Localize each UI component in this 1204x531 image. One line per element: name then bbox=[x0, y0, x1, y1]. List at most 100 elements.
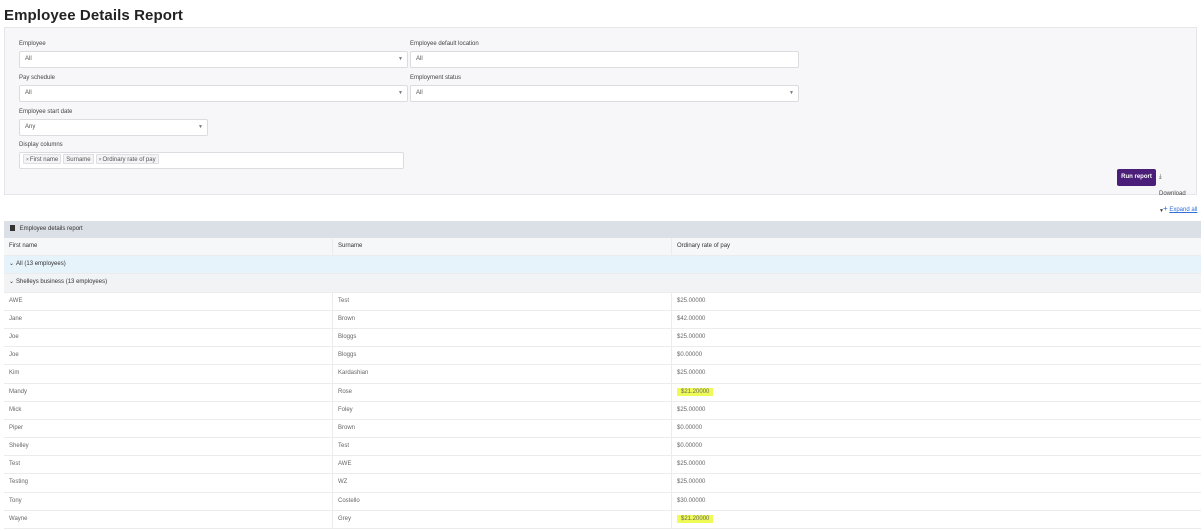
group-row-all[interactable]: ⌄ All (13 employees) bbox=[4, 256, 1201, 275]
table-row: AWE Test $25.00000 bbox=[4, 292, 1201, 311]
employee-label: Employee bbox=[19, 41, 46, 47]
display-columns-input[interactable]: ×First name Surname ×Ordinary rate of pay bbox=[19, 152, 404, 169]
expand-all-link[interactable]: + Expand all bbox=[1163, 204, 1197, 213]
table-row: Piper Brown $0.00000 bbox=[4, 419, 1201, 439]
first-name-cell: Test bbox=[4, 456, 333, 474]
chevron-down-icon: ⌄ bbox=[9, 279, 15, 286]
column-header-row: First name Surname Ordinary rate of pay bbox=[4, 238, 1201, 257]
column-tag[interactable]: Surname bbox=[63, 154, 94, 164]
group-label: Shelleys business (13 employees) bbox=[16, 279, 108, 286]
column-header-first-name[interactable]: First name bbox=[4, 238, 333, 256]
table-row: Mandy Rose $21.20000 bbox=[4, 383, 1201, 402]
first-name-cell: Testing bbox=[4, 474, 333, 492]
table-row: Shelley Test $0.00000 bbox=[4, 438, 1201, 457]
first-name-cell: Piper bbox=[4, 419, 333, 438]
start-date-value: Any bbox=[25, 124, 36, 130]
table-row: Joe Bloggs $25.00000 bbox=[4, 328, 1201, 348]
report-title: Employee details report bbox=[19, 226, 83, 232]
employment-status-label: Employment status bbox=[410, 75, 462, 81]
surname-cell: Brown bbox=[333, 419, 672, 438]
chevron-down-icon: ▼ bbox=[398, 56, 403, 62]
surname-cell: Brown bbox=[333, 310, 672, 328]
surname-cell: Kardashian bbox=[333, 365, 672, 383]
surname-cell: Test bbox=[333, 292, 672, 310]
plus-icon: + bbox=[1163, 204, 1168, 213]
pay-schedule-value: All bbox=[25, 90, 32, 96]
rate-cell: $25.00000 bbox=[677, 333, 706, 340]
surname-cell: AWE bbox=[333, 456, 672, 474]
start-date-label: Employee start date bbox=[19, 109, 73, 115]
rate-cell: $25.00000 bbox=[677, 479, 706, 486]
column-tag[interactable]: ×Ordinary rate of pay bbox=[95, 154, 159, 164]
table-row: Kim Kardashian $25.00000 bbox=[4, 365, 1201, 384]
first-name-cell: Mandy bbox=[4, 383, 333, 401]
table-row: Testing WZ $25.00000 bbox=[4, 474, 1201, 493]
surname-cell: WZ bbox=[333, 474, 672, 492]
default-location-input[interactable]: All bbox=[410, 51, 799, 68]
chevron-down-icon: ▼ bbox=[198, 124, 203, 130]
employee-select[interactable]: All ▼ bbox=[19, 51, 408, 68]
chevron-down-icon: ▼ bbox=[789, 90, 794, 96]
rate-cell: $0.00000 bbox=[677, 424, 703, 431]
group-row-business[interactable]: ⌄ Shelleys business (13 employees) bbox=[4, 274, 1201, 293]
first-name-cell: Shelley bbox=[4, 438, 333, 456]
table-row: Tony Costello $30.00000 bbox=[4, 492, 1201, 511]
download-button[interactable]: ⤓ Download ▼ bbox=[1159, 169, 1186, 214]
group-label: All (13 employees) bbox=[16, 261, 66, 268]
pay-schedule-label: Pay schedule bbox=[19, 75, 56, 81]
default-location-value: All bbox=[416, 56, 423, 62]
highlighted-rate-cell: $21.20000 bbox=[677, 514, 714, 523]
first-name-cell: Joe bbox=[4, 347, 333, 365]
table-row: Wayne Grey $21.20000 bbox=[4, 510, 1201, 529]
rate-cell: $0.00000 bbox=[677, 443, 703, 450]
highlighted-rate-cell: $21.20000 bbox=[677, 387, 714, 396]
rate-cell: $25.00000 bbox=[677, 406, 706, 413]
expand-all-label: Expand all bbox=[1169, 207, 1198, 213]
chevron-down-icon: ⌄ bbox=[9, 261, 15, 268]
chevron-down-icon: ▼ bbox=[398, 90, 403, 96]
first-name-cell: Tony bbox=[4, 492, 333, 510]
report-header: Employee details report bbox=[4, 221, 1201, 238]
first-name-cell: Joe bbox=[4, 328, 333, 347]
employment-status-value: All bbox=[416, 90, 423, 96]
page-title: Employee Details Report bbox=[4, 7, 184, 24]
employee-select-value: All bbox=[25, 56, 32, 62]
rate-cell: $25.00000 bbox=[677, 297, 706, 304]
first-name-cell: Kim bbox=[4, 365, 333, 383]
column-tag[interactable]: ×First name bbox=[23, 154, 62, 164]
first-name-cell: Mick bbox=[4, 401, 333, 419]
remove-icon[interactable]: × bbox=[26, 157, 29, 163]
column-header-surname[interactable]: Surname bbox=[333, 238, 672, 256]
employment-status-select[interactable]: All ▼ bbox=[410, 85, 799, 102]
table-row: Jane Brown $42.00000 bbox=[4, 310, 1201, 329]
start-date-select[interactable]: Any ▼ bbox=[19, 119, 208, 136]
default-location-label: Employee default location bbox=[410, 41, 479, 47]
surname-cell: Foley bbox=[333, 401, 672, 419]
table-row: Joe Bloggs $0.00000 bbox=[4, 347, 1201, 366]
rate-cell: $30.00000 bbox=[677, 497, 706, 504]
surname-cell: Bloggs bbox=[333, 347, 672, 365]
table-row: Mick Foley $25.00000 bbox=[4, 401, 1201, 420]
first-name-cell: Wayne bbox=[4, 510, 333, 528]
first-name-cell: Jane bbox=[4, 310, 333, 328]
first-name-cell: AWE bbox=[4, 292, 333, 310]
pay-schedule-select[interactable]: All ▼ bbox=[19, 85, 408, 102]
remove-icon[interactable]: × bbox=[99, 157, 102, 163]
download-icon: ⤓ bbox=[1159, 174, 1162, 180]
surname-cell: Rose bbox=[333, 383, 672, 401]
display-columns-label: Display columns bbox=[19, 142, 63, 148]
run-report-button[interactable]: Run report bbox=[1117, 169, 1156, 186]
report-table: Employee details report First name Surna… bbox=[4, 221, 1201, 529]
surname-cell: Test bbox=[333, 438, 672, 456]
surname-cell: Grey bbox=[333, 510, 672, 528]
rate-cell: $0.00000 bbox=[677, 352, 703, 359]
surname-cell: Costello bbox=[333, 492, 672, 510]
surname-cell: Bloggs bbox=[333, 328, 672, 347]
column-header-rate[interactable]: Ordinary rate of pay bbox=[672, 238, 1201, 255]
document-icon bbox=[10, 225, 15, 231]
filter-panel: Employee All ▼ Employee default location… bbox=[4, 27, 1197, 195]
rate-cell: $42.00000 bbox=[677, 315, 706, 322]
rate-cell: $25.00000 bbox=[677, 461, 706, 468]
download-label: Download bbox=[1159, 191, 1186, 197]
rate-cell: $25.00000 bbox=[677, 370, 706, 377]
